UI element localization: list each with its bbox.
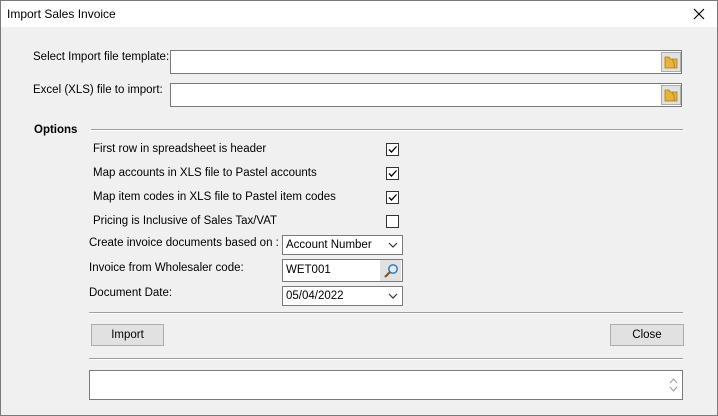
window-title: Import Sales Invoice — [7, 7, 116, 21]
excel-file-input[interactable] — [170, 83, 682, 107]
doc-date-value: 05/04/2022 — [286, 290, 344, 302]
magnifier-icon — [383, 263, 398, 278]
import-sales-invoice-dialog: Import Sales Invoice Select Import file … — [0, 0, 718, 416]
import-button[interactable]: Import — [91, 324, 164, 346]
options-heading: Options — [34, 124, 78, 136]
doc-date-label: Document Date: — [89, 287, 173, 299]
template-browse-button[interactable] — [661, 52, 681, 72]
option-first-row-label: First row in spreadsheet is header — [93, 143, 267, 155]
status-separator — [89, 358, 683, 360]
option-map-items-label: Map item codes in XLS file to Pastel ite… — [93, 191, 336, 203]
pricing-inclusive-checkbox[interactable] — [386, 215, 399, 228]
template-file-input[interactable] — [170, 50, 682, 74]
wholesaler-code-input[interactable]: WET001 — [282, 259, 403, 282]
document-date-picker[interactable]: 05/04/2022 — [282, 286, 403, 306]
wholesaler-value: WET001 — [286, 264, 331, 276]
based-on-select[interactable]: Account Number — [282, 235, 403, 255]
map-item-codes-checkbox[interactable] — [386, 191, 399, 204]
options-separator — [91, 129, 683, 131]
option-pricing-inclusive-label: Pricing is Inclusive of Sales Tax/VAT — [93, 215, 278, 227]
spin-arrows-icon[interactable] — [669, 377, 678, 393]
chevron-down-icon — [388, 293, 398, 299]
close-button[interactable]: Close — [610, 324, 684, 346]
close-icon[interactable] — [681, 1, 717, 27]
checkmark-icon — [388, 194, 397, 201]
template-label: Select Import file template: — [33, 51, 170, 63]
folder-icon — [664, 56, 678, 69]
wholesaler-label: Invoice from Wholesaler code: — [89, 262, 244, 274]
chevron-down-icon — [388, 242, 398, 248]
buttons-separator-top — [89, 312, 683, 314]
checkmark-icon — [388, 170, 397, 177]
excel-browse-button[interactable] — [661, 85, 681, 105]
based-on-value: Account Number — [286, 239, 372, 251]
checkmark-icon — [388, 146, 397, 153]
wholesaler-lookup-button[interactable] — [380, 260, 401, 281]
title-bar: Import Sales Invoice — [1, 1, 717, 27]
status-box[interactable] — [89, 370, 683, 400]
map-accounts-checkbox[interactable] — [386, 167, 399, 180]
option-map-accounts-label: Map accounts in XLS file to Pastel accou… — [93, 167, 317, 179]
excel-label: Excel (XLS) file to import: — [33, 84, 163, 96]
first-row-header-checkbox[interactable] — [386, 143, 399, 156]
folder-icon — [664, 89, 678, 102]
based-on-label: Create invoice documents based on : — [89, 237, 279, 249]
